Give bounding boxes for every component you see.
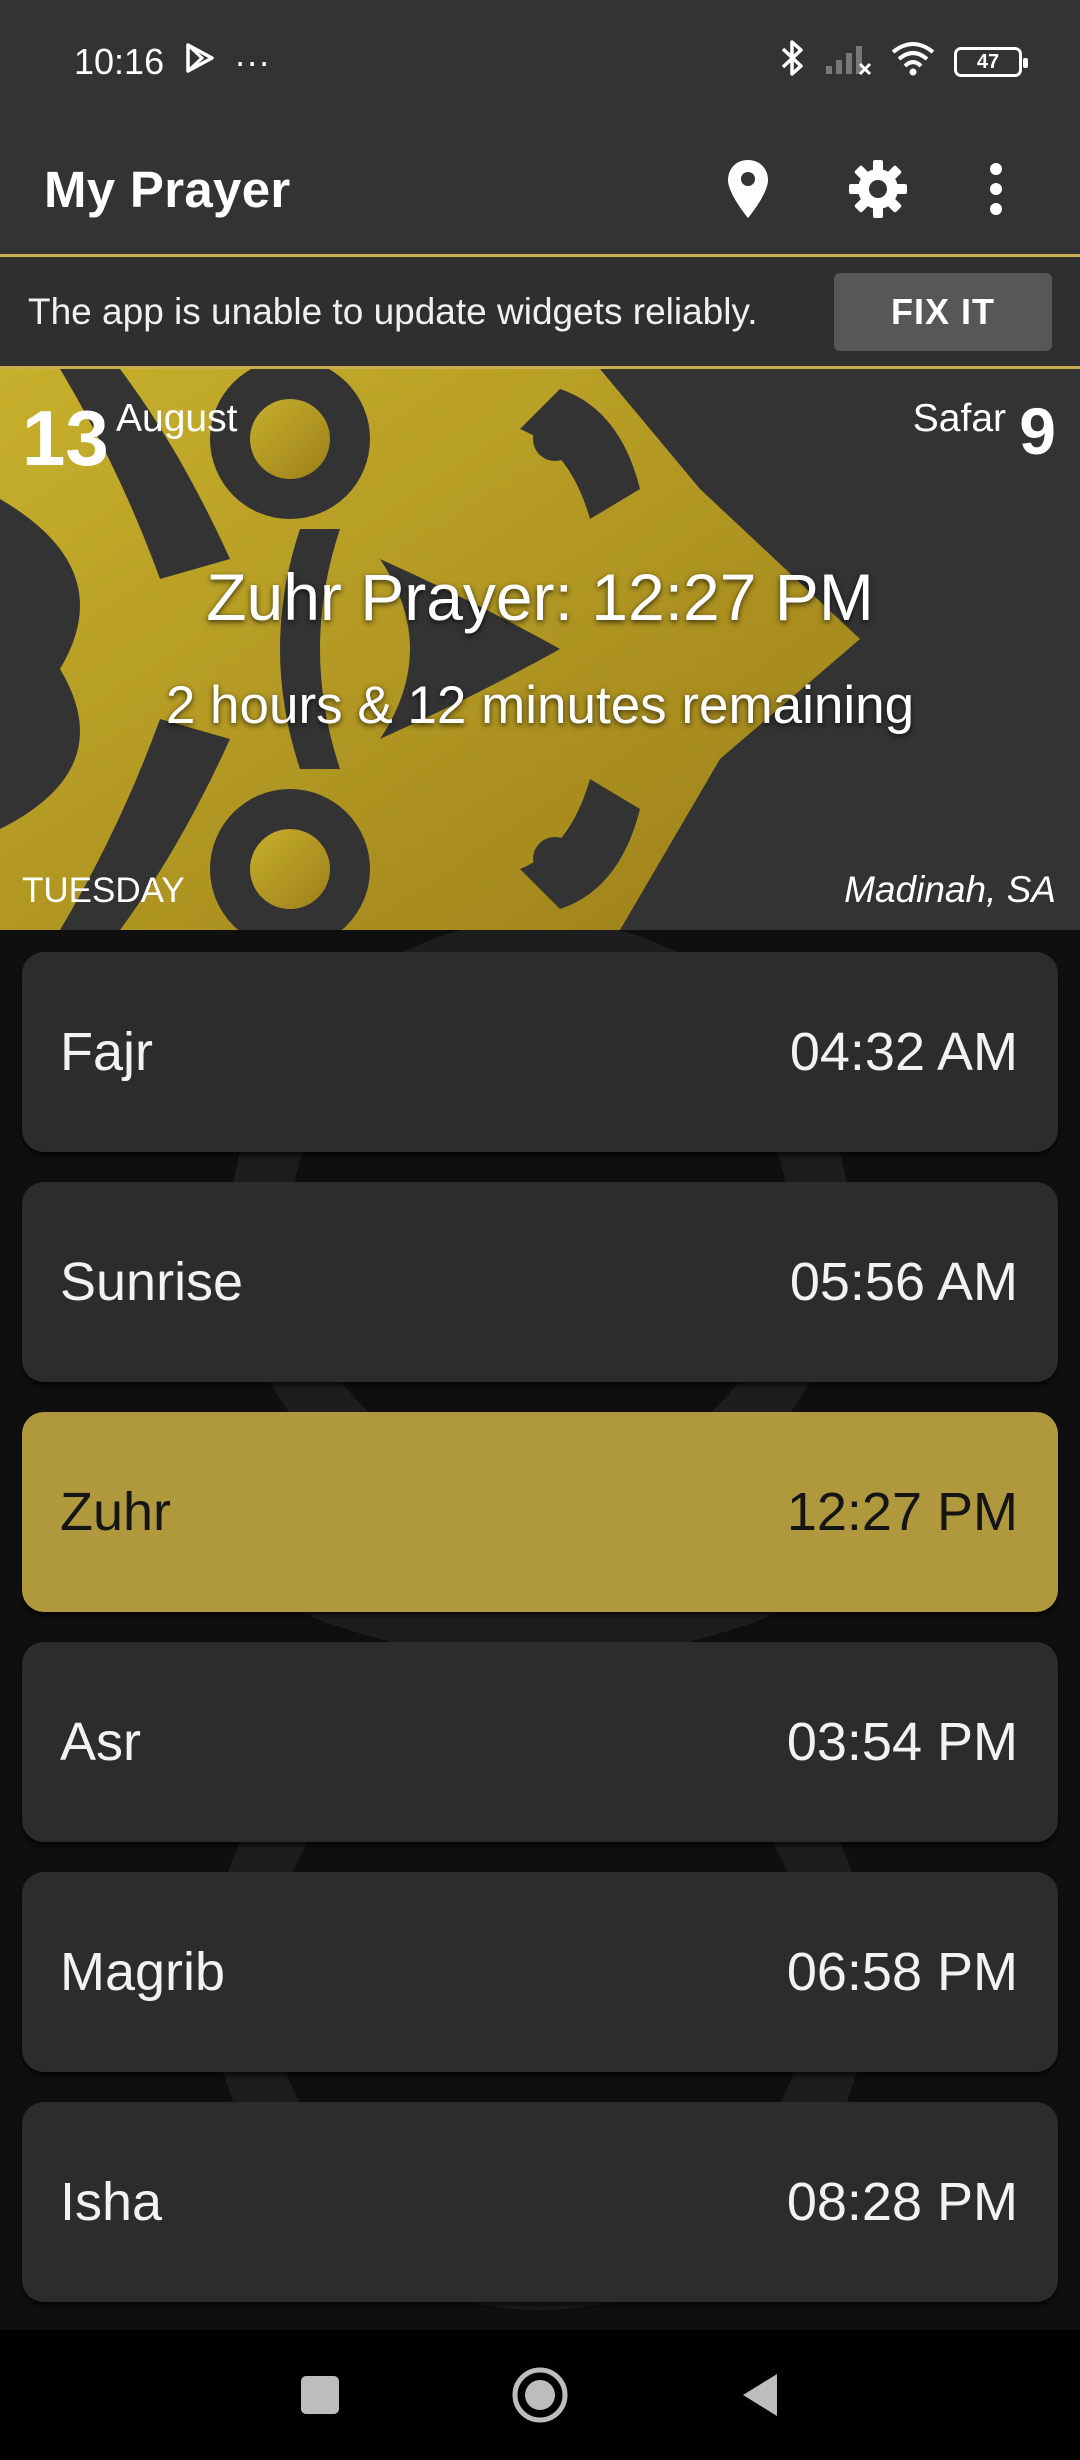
- bluetooth-icon: [780, 38, 806, 87]
- prayer-name: Asr: [60, 1712, 141, 1772]
- prayer-row-zuhr[interactable]: Zuhr 12:27 PM: [22, 1412, 1058, 1612]
- gregorian-day: 13: [22, 394, 109, 482]
- prayer-row-fajr[interactable]: Fajr 04:32 AM: [22, 952, 1058, 1152]
- prayer-name: Fajr: [60, 1022, 153, 1082]
- prayer-times-list: Fajr 04:32 AM Sunrise 05:56 AM Zuhr 12:2…: [0, 930, 1080, 2330]
- recents-button[interactable]: [245, 2345, 395, 2445]
- islamic-ornament-background: [0, 369, 860, 930]
- status-time: 10:16: [74, 41, 165, 82]
- prayer-name: Sunrise: [60, 1252, 244, 1312]
- date-header: 13 August Safar 9 Zuhr Prayer: 12:27 PM …: [0, 369, 1080, 930]
- prayer-time: 08:28 PM: [786, 2172, 1018, 2232]
- battery-icon: 47: [954, 47, 1028, 77]
- prayer-row-isha[interactable]: Isha 08:28 PM: [22, 2102, 1058, 2302]
- wifi-icon: [890, 40, 936, 85]
- app-bar: My Prayer: [0, 124, 1080, 254]
- prayer-time: 03:54 PM: [786, 1712, 1018, 1772]
- prayer-time: 06:58 PM: [786, 1942, 1018, 2002]
- prayer-name: Zuhr: [60, 1482, 172, 1542]
- prayer-name: Isha: [60, 2172, 163, 2232]
- more-vert-icon[interactable]: [956, 149, 1036, 229]
- more-notifications-icon: ···: [234, 41, 271, 82]
- prayer-time: 04:32 AM: [789, 1022, 1018, 1082]
- hijri-month: Safar: [912, 397, 1006, 440]
- next-prayer-title: Zuhr Prayer: 12:27 PM: [206, 560, 874, 634]
- location-pin-icon[interactable]: [708, 149, 788, 229]
- prayer-row-sunrise[interactable]: Sunrise 05:56 AM: [22, 1182, 1058, 1382]
- fix-it-button[interactable]: FIX IT: [834, 272, 1052, 351]
- prayer-row-magrib[interactable]: Magrib 06:58 PM: [22, 1872, 1058, 2072]
- prayer-row-asr[interactable]: Asr 03:54 PM: [22, 1642, 1058, 1842]
- gregorian-month: August: [116, 397, 238, 440]
- app-title: My Prayer: [44, 160, 291, 218]
- widget-warning-banner: The app is unable to update widgets reli…: [0, 254, 1080, 369]
- prayer-time: 05:56 AM: [789, 1252, 1018, 1312]
- banner-message: The app is unable to update widgets reli…: [28, 290, 758, 332]
- prayer-name: Magrib: [60, 1942, 226, 2002]
- prayer-time: 12:27 PM: [786, 1482, 1018, 1542]
- system-nav-bar: [0, 2330, 1080, 2460]
- play-store-icon: [182, 41, 216, 84]
- back-button[interactable]: [685, 2345, 835, 2445]
- time-remaining: 2 hours & 12 minutes remaining: [165, 676, 915, 735]
- gear-icon[interactable]: [838, 149, 918, 229]
- hijri-day: 9: [1019, 394, 1056, 468]
- signal-icon: [824, 40, 872, 85]
- home-button[interactable]: [465, 2345, 615, 2445]
- weekday: TUESDAY: [22, 871, 185, 910]
- location-label: Madinah, SA: [844, 869, 1056, 910]
- status-bar: 10:16 ··· 47: [0, 0, 1080, 124]
